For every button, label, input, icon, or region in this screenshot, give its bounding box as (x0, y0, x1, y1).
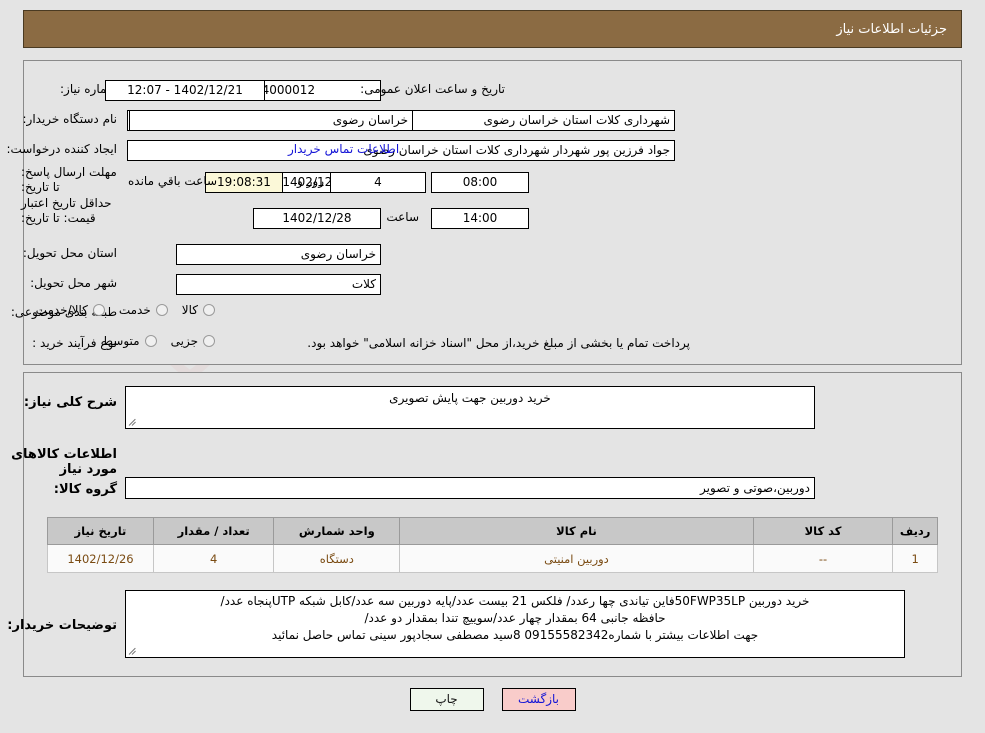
button-bar: بازگشت چاپ (0, 688, 985, 711)
description-value: خرید دوربین جهت پایش تصویری (389, 391, 551, 405)
row-province: استان محل تحویل: (23, 246, 117, 260)
goods-section-heading: اطلاعات کالاهای مورد نیاز (11, 447, 117, 477)
col-name: نام کالا (399, 517, 754, 545)
col-qty: تعداد / مقدار (152, 517, 275, 545)
goods-group-value: دوربین،صوتی و تصویر (125, 477, 815, 499)
city-value: کلات (176, 274, 381, 295)
resize-grip-icon[interactable] (128, 417, 138, 427)
table-header-row: ردیف کد کالا نام کالا واحد شمارش تعداد /… (47, 517, 938, 545)
buyer-notes-line-1: حافظه جانبی 64 بمقدار چهار عدد/سوییچ تند… (364, 611, 666, 625)
validity-time-value: 14:00 (431, 208, 529, 229)
category-option-0: کالا (181, 303, 198, 317)
process-option-1: متوسط (101, 334, 140, 348)
col-date: تاریخ نیاز (47, 517, 154, 545)
row-announce: تاریخ و ساعت اعلان عمومی: (360, 82, 505, 96)
row-city: شهر محل تحویل: (30, 276, 117, 290)
buyer-notes-textarea[interactable]: خرید دوربین 50FWP35LPفاین تیاندی چها رعد… (125, 590, 905, 658)
remaining-days-label: روز و (297, 174, 324, 188)
buyer-notes-line-0: خرید دوربین 50FWP35LPفاین تیاندی چها رعد… (220, 594, 810, 608)
province-value: خراسان رضوی (176, 244, 381, 265)
goods-table: ردیف کد کالا نام کالا واحد شمارش تعداد /… (47, 517, 938, 573)
requester-value: جواد فرزین پور شهردار شهرداری کلات استان… (127, 140, 675, 161)
print-button[interactable]: چاپ (409, 688, 484, 711)
return-button[interactable]: بازگشت (501, 688, 576, 711)
description-label: شرح کلی نیاز: (23, 395, 117, 410)
remaining-suffix-label: ساعت باقي مانده (128, 174, 218, 188)
row-requester: ایجاد کننده درخواست: (6, 142, 117, 156)
category-radio-group[interactable]: کالا خدمت کالا/خدمت (22, 303, 215, 317)
cell-unit: دستگاه (273, 544, 401, 573)
cell-name: دوربین امنیتی (399, 544, 754, 573)
validity-hour-label: ساعت (386, 210, 419, 224)
buyer-org-label: نام دستگاه خریدار: (22, 112, 118, 126)
process-radio-group[interactable]: جزیی متوسط (88, 334, 215, 348)
process-option-0: جزیی (170, 334, 198, 348)
page-header: جزئیات اطلاعات نیاز (23, 10, 962, 48)
col-unit: واحد شمارش (273, 517, 401, 545)
buyer-notes-line-2: جهت اطلاعات بیشتر با شماره09155582342 8س… (271, 628, 759, 642)
table-row: 1 -- دوربین امنیتی دستگاه 4 1402/12/26 (47, 544, 938, 573)
radio-item-goods[interactable]: کالا (182, 303, 215, 317)
radio-circle-icon[interactable] (144, 335, 157, 347)
radio-circle-icon[interactable] (203, 335, 215, 347)
remaining-days-value: 4 (330, 172, 426, 193)
row-deadline-label: مهلت ارسال پاسخ: تا تاریخ: (21, 165, 117, 195)
radio-circle-icon[interactable] (92, 304, 105, 316)
deadline-label: مهلت ارسال پاسخ: تا تاریخ: (21, 165, 117, 194)
radio-item-goods-service[interactable]: کالا/خدمت (36, 303, 105, 317)
buyer-notes-label: توضیحات خریدار: (7, 618, 117, 633)
deadline-time-value: 08:00 (431, 172, 529, 193)
requester-label: ایجاد کننده درخواست: (6, 142, 117, 156)
col-row: ردیف (892, 517, 938, 545)
radio-item-minor[interactable]: جزیی (171, 334, 215, 348)
announce-datetime-value: 12:07 - 1402/12/21 (105, 80, 265, 101)
process-note: پرداخت تمام یا بخشی از مبلغ خرید،از محل … (307, 336, 690, 350)
cell-code: -- (752, 544, 894, 573)
validity-label: حداقل تاریخ اعتبار قیمت: تا تاریخ: (21, 196, 112, 225)
province-label: استان محل تحویل: (22, 246, 117, 260)
goods-group-label: گروه کالا: (53, 482, 117, 497)
row-buyer-org: نام دستگاه خریدار: (23, 112, 118, 126)
col-code: کد کالا (752, 517, 894, 545)
category-option-1: خدمت (118, 303, 151, 317)
cell-qty: 4 (152, 544, 275, 573)
description-textarea[interactable]: خرید دوربین جهت پایش تصویری (125, 386, 815, 429)
city-label: شهر محل تحویل: (30, 276, 117, 290)
cell-date: 1402/12/26 (47, 544, 154, 573)
page-title: جزئیات اطلاعات نیاز (836, 21, 947, 37)
category-option-2: کالا/خدمت (35, 303, 88, 317)
radio-item-service[interactable]: خدمت (119, 303, 168, 317)
radio-item-medium[interactable]: متوسط (102, 334, 157, 348)
radio-circle-icon[interactable] (203, 304, 215, 316)
buyer-org-province-value: خراسان رضوی (129, 110, 413, 131)
announce-label: تاریخ و ساعت اعلان عمومی: (360, 82, 505, 96)
resize-grip-icon[interactable] (128, 646, 138, 656)
validity-date-value: 1402/12/28 (253, 208, 381, 229)
row-validity-label: حداقل تاریخ اعتبار قیمت: تا تاریخ: (21, 196, 117, 226)
radio-circle-icon[interactable] (155, 304, 168, 316)
buyer-contact-link[interactable]: اطلاعات تماس خریدار (288, 142, 399, 156)
cell-row: 1 (892, 544, 938, 573)
